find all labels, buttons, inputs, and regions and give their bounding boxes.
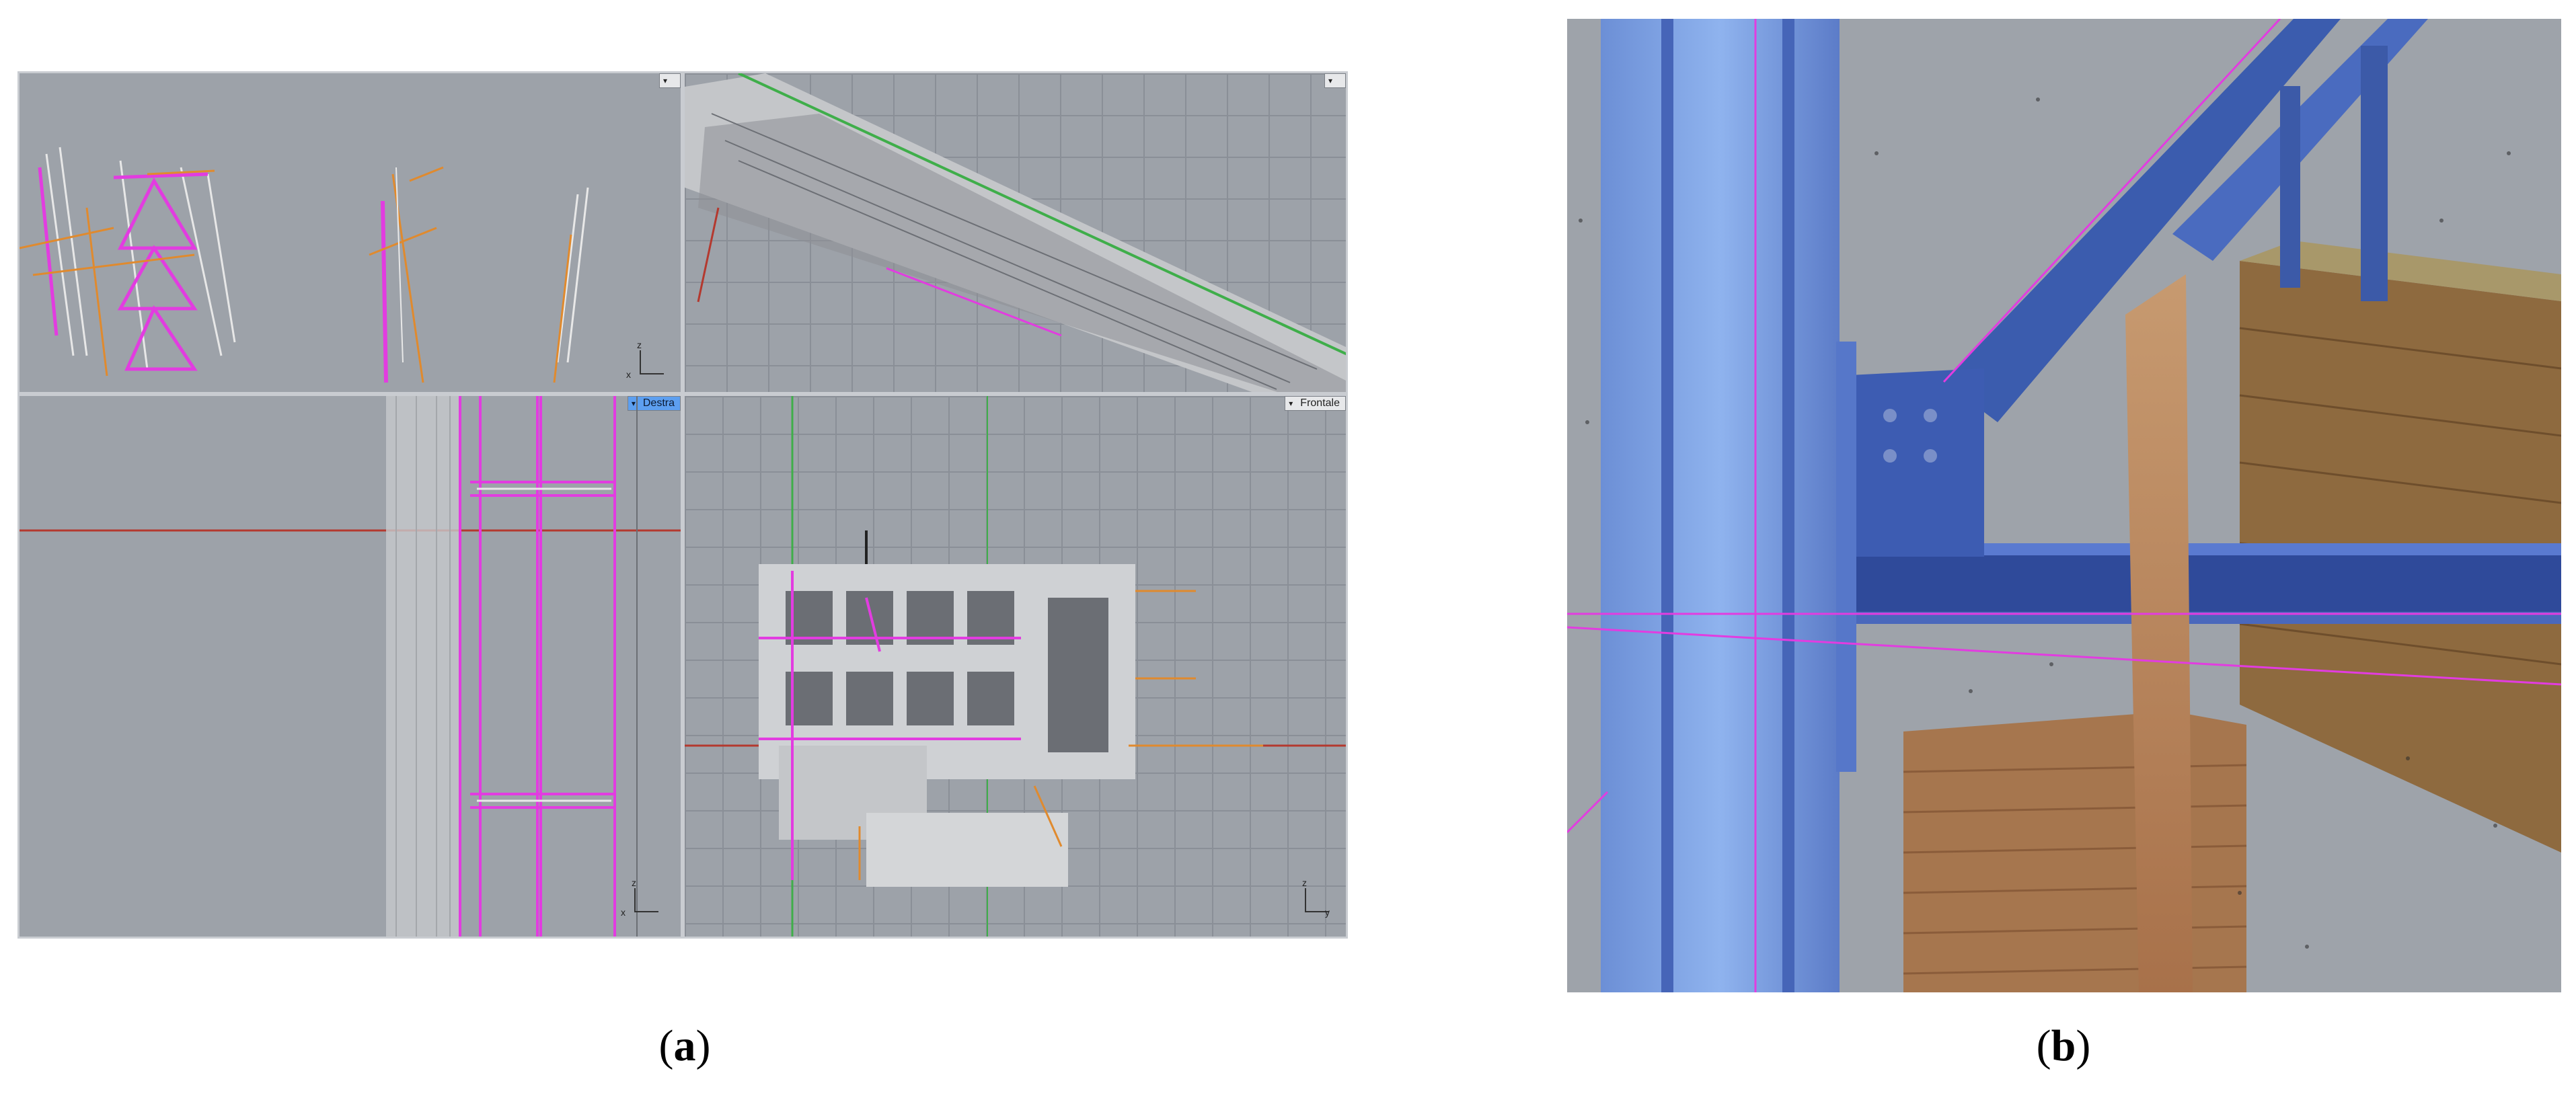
red-axis-line — [697, 207, 720, 303]
orange-lines-left — [20, 169, 215, 377]
point-cloud-middle — [395, 167, 404, 363]
front-elevation-scene — [685, 396, 1346, 937]
viewport-front[interactable]: ▾ Frontale z y — [683, 394, 1348, 939]
cad-window: ▾ z x ▾ ▾ Destra z x ▾ Frontale z y — [17, 71, 1348, 939]
caption-b: (b) — [2036, 1021, 2091, 1070]
point-cloud-right — [556, 187, 589, 363]
gusset-plate — [1850, 368, 1984, 557]
top-scene — [685, 73, 1346, 392]
caption-a: (a) — [658, 1021, 711, 1070]
right-elevation-scene — [20, 396, 681, 937]
magenta-truss-left — [38, 167, 209, 371]
point-cloud-roof-shadow — [698, 114, 1346, 392]
orange-lines-middle — [369, 166, 444, 383]
vertical-post-tiny — [2280, 86, 2300, 288]
end-plate — [1836, 342, 1856, 772]
point-cloud-render — [1567, 19, 2561, 992]
steel-joint-scene — [1567, 19, 2561, 992]
magenta-frame-right — [459, 396, 616, 937]
point-cloud-column — [386, 396, 460, 937]
perspective-scene — [20, 147, 589, 383]
viewport-perspective[interactable]: ▾ z x — [17, 71, 683, 394]
viewport-right[interactable]: ▾ Destra z x — [17, 394, 683, 939]
column-flange-right — [1782, 19, 1794, 992]
point-cloud-base — [866, 813, 1068, 887]
axis-triad-perspective: z x — [625, 340, 665, 383]
magenta-column-middle — [381, 200, 388, 383]
axis-triad-right: z x — [619, 877, 660, 920]
viewport-top[interactable]: ▾ — [683, 71, 1348, 394]
white-flange-lines — [477, 487, 611, 802]
steel-column — [1601, 19, 1840, 992]
axis-triad-front: z y — [1302, 877, 1330, 918]
vertical-post-small — [2361, 46, 2388, 301]
column-flange-left — [1661, 19, 1673, 992]
